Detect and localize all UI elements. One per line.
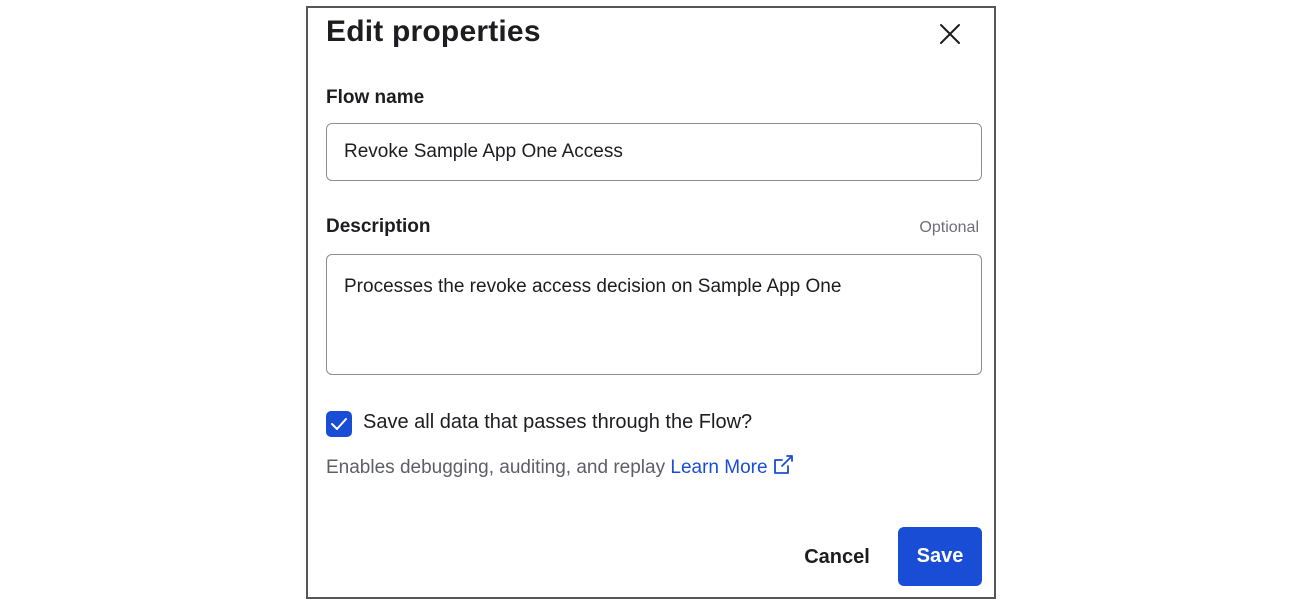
- description-textarea[interactable]: Processes the revoke access decision on …: [326, 254, 982, 375]
- edit-properties-dialog: Edit properties Flow name Description Op…: [306, 6, 996, 599]
- external-link-icon: [773, 455, 793, 474]
- checkmark-icon: [331, 418, 347, 430]
- dialog-title: Edit properties: [326, 15, 541, 48]
- save-data-helper: Enables debugging, auditing, and replay …: [326, 454, 794, 479]
- close-icon: [940, 24, 960, 44]
- close-button[interactable]: [938, 22, 962, 46]
- flow-name-label: Flow name: [326, 87, 425, 108]
- save-data-checkbox[interactable]: [326, 411, 352, 437]
- learn-more-label: Learn More: [670, 457, 768, 478]
- cancel-button[interactable]: Cancel: [788, 528, 886, 587]
- description-label: Description: [326, 216, 431, 237]
- optional-text: Optional: [919, 219, 979, 236]
- learn-more-link[interactable]: Learn More: [670, 455, 793, 478]
- save-button[interactable]: Save: [898, 527, 982, 586]
- helper-text: Enables debugging, auditing, and replay: [326, 457, 666, 478]
- flow-name-input[interactable]: [326, 123, 982, 181]
- save-data-label: Save all data that passes through the Fl…: [363, 411, 753, 433]
